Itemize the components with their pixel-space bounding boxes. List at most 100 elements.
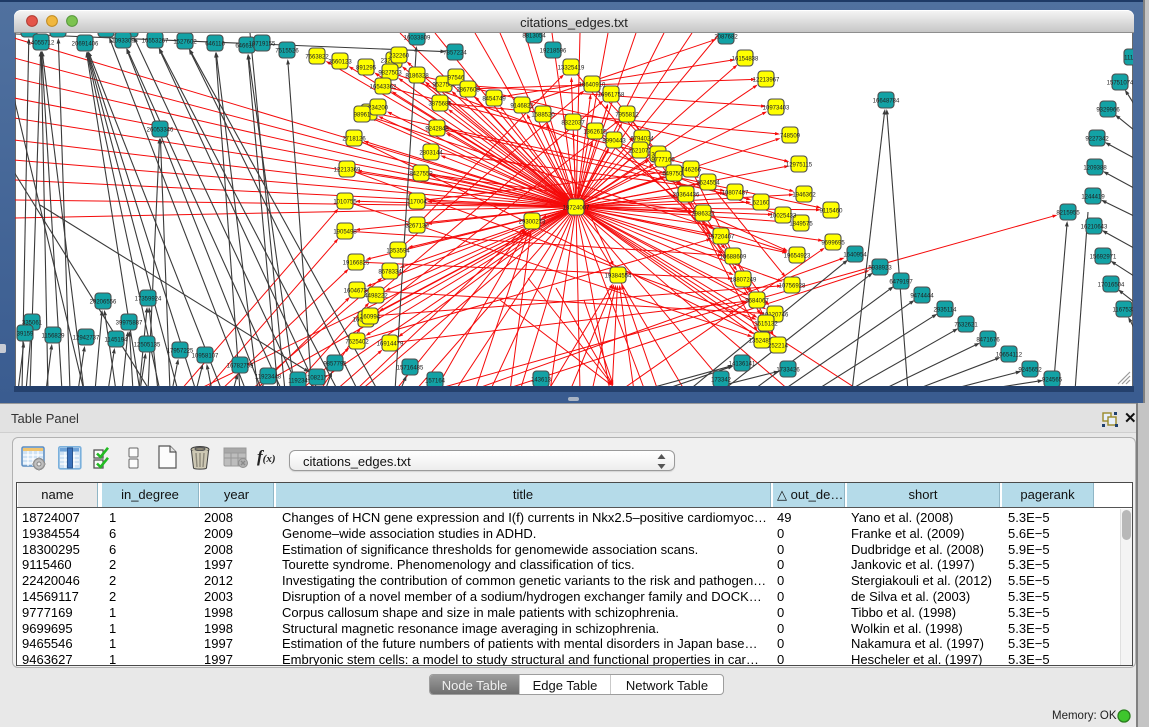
svg-text:1905498: 1905498 bbox=[333, 230, 357, 236]
svg-text:11123: 11123 bbox=[1124, 56, 1133, 62]
svg-text:20206556: 20206556 bbox=[90, 300, 117, 306]
svg-text:119234: 119234 bbox=[288, 379, 308, 385]
svg-text:1167533: 1167533 bbox=[1113, 308, 1133, 314]
svg-text:62160: 62160 bbox=[753, 201, 770, 207]
svg-text:1010755: 1010755 bbox=[333, 200, 357, 206]
svg-text:19218596: 19218596 bbox=[540, 49, 567, 55]
svg-text:9827503: 9827503 bbox=[378, 71, 402, 77]
svg-text:1849575: 1849575 bbox=[789, 222, 813, 228]
svg-text:2935114: 2935114 bbox=[934, 308, 958, 314]
svg-text:11923448: 11923448 bbox=[255, 375, 282, 381]
svg-text:20364436: 20364436 bbox=[673, 193, 700, 199]
svg-text:26053346: 26053346 bbox=[147, 128, 174, 134]
svg-text:39159: 39159 bbox=[17, 332, 34, 338]
svg-text:10756928: 10756928 bbox=[779, 284, 806, 290]
svg-text:9329966: 9329966 bbox=[1096, 108, 1120, 114]
svg-text:17016504: 17016504 bbox=[1098, 283, 1125, 289]
svg-text:7857224: 7857224 bbox=[443, 51, 467, 57]
svg-text:8990443: 8990443 bbox=[602, 139, 626, 145]
svg-text:16210643: 16210643 bbox=[1081, 225, 1108, 231]
svg-text:8813054: 8813054 bbox=[522, 34, 546, 40]
svg-text:9227342: 9227342 bbox=[1085, 137, 1109, 143]
svg-text:9115460: 9115460 bbox=[820, 209, 844, 215]
svg-text:3660123: 3660123 bbox=[328, 60, 352, 66]
svg-text:108217: 108217 bbox=[307, 376, 328, 382]
svg-text:9857791: 9857791 bbox=[323, 362, 347, 368]
svg-text:19384554: 19384554 bbox=[605, 274, 632, 280]
svg-text:1640954: 1640954 bbox=[843, 253, 867, 259]
svg-text:9242848: 9242848 bbox=[425, 127, 449, 133]
svg-text:12213369: 12213369 bbox=[334, 168, 361, 174]
svg-text:98961: 98961 bbox=[354, 113, 371, 119]
svg-text:7515526: 7515526 bbox=[275, 49, 299, 55]
svg-text:15692971: 15692971 bbox=[1090, 255, 1117, 261]
svg-text:8322037: 8322037 bbox=[561, 121, 585, 127]
svg-text:15720407: 15720407 bbox=[708, 235, 735, 241]
svg-text:9699695: 9699695 bbox=[821, 241, 845, 247]
svg-text:1946362: 1946362 bbox=[792, 193, 816, 199]
svg-text:1353594: 1353594 bbox=[386, 249, 410, 255]
svg-text:6479197: 6479197 bbox=[889, 280, 913, 286]
svg-text:1156829: 1156829 bbox=[42, 334, 66, 340]
svg-text:9146821: 9146821 bbox=[510, 104, 534, 110]
svg-text:16961758: 16961758 bbox=[598, 93, 625, 99]
svg-text:143613: 143613 bbox=[531, 378, 552, 384]
svg-text:18807249: 18807249 bbox=[730, 278, 757, 284]
svg-text:252214: 252214 bbox=[768, 344, 789, 350]
svg-text:646116: 646116 bbox=[205, 42, 225, 48]
svg-text:2718126: 2718126 bbox=[342, 137, 366, 143]
svg-text:18640910: 18640910 bbox=[579, 83, 606, 89]
svg-text:16154838: 16154838 bbox=[732, 57, 759, 63]
svg-text:12213967: 12213967 bbox=[753, 78, 780, 84]
svg-text:7986322: 7986322 bbox=[691, 212, 715, 218]
svg-text:14136141: 14136141 bbox=[729, 362, 756, 368]
svg-text:10553267: 10553267 bbox=[142, 39, 169, 45]
svg-text:157164: 157164 bbox=[425, 379, 446, 385]
svg-text:9777169: 9777169 bbox=[651, 158, 675, 164]
svg-text:16033809: 16033809 bbox=[404, 36, 431, 42]
svg-text:10973403: 10973403 bbox=[763, 106, 790, 112]
svg-text:8427552: 8427552 bbox=[409, 172, 433, 178]
svg-text:16543362: 16543362 bbox=[370, 85, 397, 91]
svg-text:8186328: 8186328 bbox=[405, 74, 429, 80]
svg-text:20691406: 20691406 bbox=[72, 42, 99, 48]
svg-text:3875685: 3875685 bbox=[428, 102, 452, 108]
svg-text:10807487: 10807487 bbox=[722, 191, 749, 197]
svg-text:12975115: 12975115 bbox=[786, 163, 813, 169]
svg-text:1615132: 1615132 bbox=[754, 322, 778, 328]
svg-text:18724007: 18724007 bbox=[563, 206, 590, 212]
svg-text:3624554: 3624554 bbox=[696, 181, 720, 187]
svg-text:15751074: 15751074 bbox=[1107, 81, 1133, 87]
svg-text:2803144: 2803144 bbox=[419, 151, 443, 157]
svg-text:10958107: 10958107 bbox=[192, 354, 219, 360]
svg-text:19654923: 19654923 bbox=[784, 254, 811, 260]
svg-text:8678334: 8678334 bbox=[378, 270, 402, 276]
svg-text:9474444: 9474444 bbox=[910, 294, 934, 300]
svg-text:39975887: 39975887 bbox=[116, 321, 143, 327]
svg-text:7955812: 7955812 bbox=[615, 113, 639, 119]
svg-text:924565: 924565 bbox=[1042, 378, 1063, 384]
svg-text:10654112: 10654112 bbox=[996, 353, 1023, 359]
svg-text:234200: 234200 bbox=[368, 106, 389, 112]
svg-text:7663822: 7663822 bbox=[305, 55, 329, 61]
svg-text:5938923: 5938923 bbox=[868, 266, 892, 272]
svg-text:8471676: 8471676 bbox=[976, 338, 1000, 344]
svg-text:13325419: 13325419 bbox=[558, 66, 585, 72]
svg-text:14055712: 14055712 bbox=[28, 41, 55, 47]
svg-text:1362615: 1362615 bbox=[583, 130, 607, 136]
svg-text:9245652: 9245652 bbox=[1018, 368, 1042, 374]
svg-text:4498222: 4498222 bbox=[364, 294, 388, 300]
svg-text:748509: 748509 bbox=[780, 134, 801, 140]
svg-text:16782759: 16782759 bbox=[227, 364, 254, 370]
svg-text:12942737: 12942737 bbox=[73, 336, 100, 342]
svg-text:1588520: 1588520 bbox=[531, 113, 555, 119]
svg-text:2087682: 2087682 bbox=[714, 35, 738, 41]
svg-text:19166825: 19166825 bbox=[343, 261, 370, 267]
svg-text:9684067: 9684067 bbox=[745, 299, 769, 305]
svg-text:7625402: 7625402 bbox=[345, 340, 369, 346]
svg-text:232260: 232260 bbox=[389, 54, 410, 60]
svg-text:1145194: 1145194 bbox=[105, 338, 129, 344]
svg-text:7632621: 7632621 bbox=[954, 323, 978, 329]
svg-text:8454749: 8454749 bbox=[482, 97, 506, 103]
svg-text:1093309: 1093309 bbox=[111, 39, 135, 45]
